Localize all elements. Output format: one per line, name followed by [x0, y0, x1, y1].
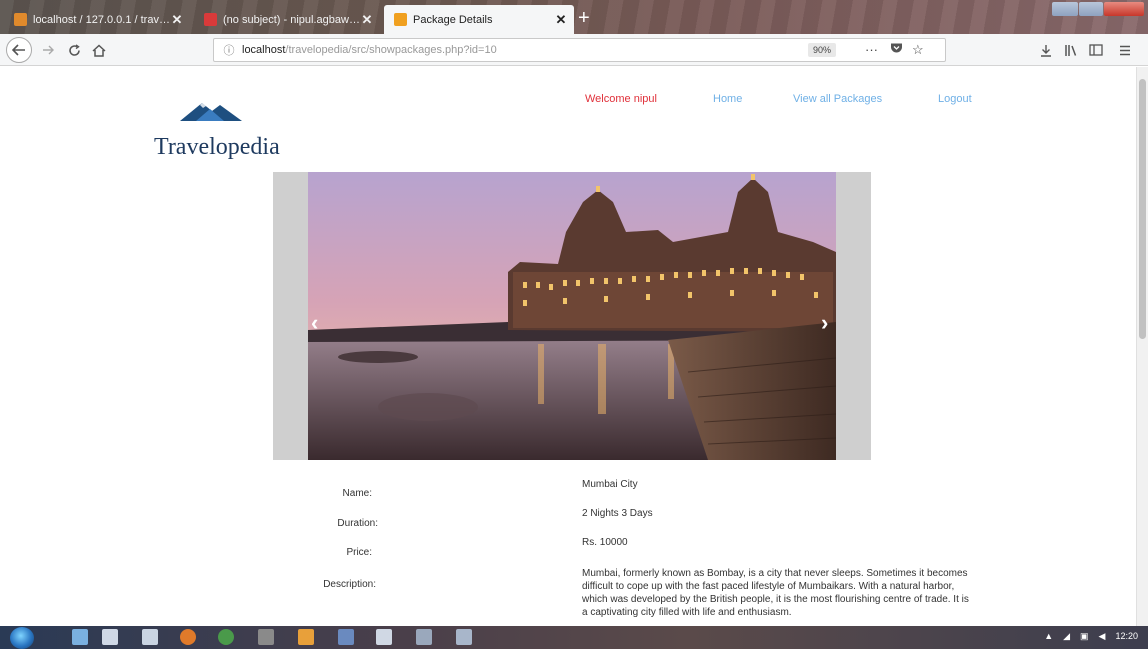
page-scrollbar[interactable]: [1136, 67, 1148, 626]
nav-logout-link[interactable]: Logout: [938, 93, 972, 105]
page-icon: [394, 13, 407, 26]
sidebar-button[interactable]: [1087, 38, 1105, 62]
taskbar-app-icon[interactable]: [338, 629, 354, 645]
network-icon[interactable]: ▲: [1044, 631, 1053, 642]
description-value: Mumbai, formerly known as Bombay, is a c…: [582, 568, 969, 618]
site-info-icon[interactable]: ⓘ: [220, 42, 238, 58]
arrow-right-icon: [43, 45, 54, 55]
page-content: Travelopedia Welcome nipul Home View all…: [0, 67, 1136, 626]
maximize-button[interactable]: [1079, 2, 1103, 16]
xampp-icon[interactable]: [298, 629, 314, 645]
address-bar[interactable]: ⓘ localhost/travelopedia/src/showpackage…: [213, 38, 946, 62]
name-value: Mumbai City: [582, 479, 638, 490]
new-tab-button[interactable]: +: [578, 8, 590, 28]
windows-taskbar: ▲ ◢ ▣ ◀ 12:20: [0, 626, 1148, 649]
duration-value: 2 Nights 3 Days: [582, 508, 653, 519]
taskbar-app-icon[interactable]: [416, 629, 432, 645]
downloads-button[interactable]: [1037, 38, 1055, 62]
mail-icon: [204, 13, 217, 26]
phpmyadmin-icon: [14, 13, 27, 26]
chrome-icon[interactable]: [218, 629, 234, 645]
download-icon: [1041, 44, 1051, 57]
clock[interactable]: 12:20: [1115, 631, 1138, 642]
signal-icon[interactable]: ◢: [1063, 631, 1070, 642]
browser-toolbar: ⓘ localhost/travelopedia/src/showpackage…: [0, 34, 1148, 66]
menu-button[interactable]: [1116, 38, 1134, 62]
volume-icon[interactable]: ◀: [1099, 631, 1106, 642]
logo-text[interactable]: Travelopedia: [154, 134, 280, 161]
library-button[interactable]: [1062, 38, 1080, 62]
sidebar-icon: [1089, 44, 1103, 56]
carousel-image: [308, 172, 836, 460]
close-tab-icon[interactable]: ✕: [360, 12, 374, 28]
forward-button[interactable]: [38, 38, 58, 62]
nav-view-all-packages-link[interactable]: View all Packages: [793, 93, 882, 105]
tab-title: Package Details: [413, 13, 493, 26]
tab-package-details[interactable]: Package Details ✕: [384, 5, 574, 34]
home-icon: [92, 43, 106, 57]
scrollbar-thumb[interactable]: [1139, 79, 1146, 339]
taskbar-app-icon[interactable]: [456, 629, 472, 645]
taskbar-app-icon[interactable]: [376, 629, 392, 645]
carousel-prev-button[interactable]: ‹: [311, 310, 318, 336]
nav-home-link[interactable]: Home: [713, 93, 742, 105]
bookmark-star-icon[interactable]: ☆: [912, 42, 924, 58]
close-tab-icon[interactable]: ✕: [554, 12, 568, 28]
arrow-left-icon: [12, 44, 25, 56]
taskbar-app-icon[interactable]: [258, 629, 274, 645]
window-controls: [1052, 2, 1144, 16]
system-tray: ▲ ◢ ▣ ◀ 12:20: [1044, 631, 1138, 642]
url-text[interactable]: localhost/travelopedia/src/showpackages.…: [242, 44, 497, 56]
description-label: Description:: [323, 579, 376, 590]
price-label: Price:: [346, 547, 372, 558]
back-button[interactable]: [6, 37, 32, 63]
home-button[interactable]: [88, 38, 110, 62]
close-window-button[interactable]: [1104, 2, 1144, 16]
tab-phpmyadmin[interactable]: localhost / 127.0.0.1 / travelop ✕: [4, 5, 190, 34]
library-icon: [1065, 44, 1077, 56]
explorer-icon[interactable]: [102, 629, 118, 645]
firefox-icon[interactable]: [180, 629, 196, 645]
price-value: Rs. 10000: [582, 537, 628, 548]
action-center-icon[interactable]: ▣: [1080, 631, 1089, 642]
minimize-button[interactable]: [1052, 2, 1078, 16]
image-carousel: ‹ ›: [273, 172, 871, 460]
hamburger-menu-icon: [1120, 45, 1130, 55]
duration-label: Duration:: [337, 518, 378, 529]
reload-icon: [68, 43, 80, 56]
tab-title: localhost / 127.0.0.1 / travelop: [33, 13, 170, 26]
zoom-level[interactable]: 90%: [808, 43, 837, 57]
tab-title: (no subject) - nipul.agbaw@: [223, 13, 360, 26]
carousel-next-button[interactable]: ›: [821, 310, 828, 336]
welcome-message: Welcome nipul: [585, 93, 657, 105]
close-tab-icon[interactable]: ✕: [170, 12, 184, 28]
browser-tab-bar: localhost / 127.0.0.1 / travelop ✕ (no s…: [0, 0, 1148, 34]
pocket-icon[interactable]: [890, 42, 903, 57]
tab-mail[interactable]: (no subject) - nipul.agbaw@ ✕: [194, 5, 380, 34]
name-label: Name:: [342, 488, 372, 499]
reload-button[interactable]: [64, 38, 84, 62]
show-desktop-icon[interactable]: [72, 629, 88, 645]
start-button[interactable]: [10, 627, 34, 649]
file-manager-icon[interactable]: [142, 629, 158, 645]
page-actions-icon[interactable]: ···: [865, 42, 878, 57]
